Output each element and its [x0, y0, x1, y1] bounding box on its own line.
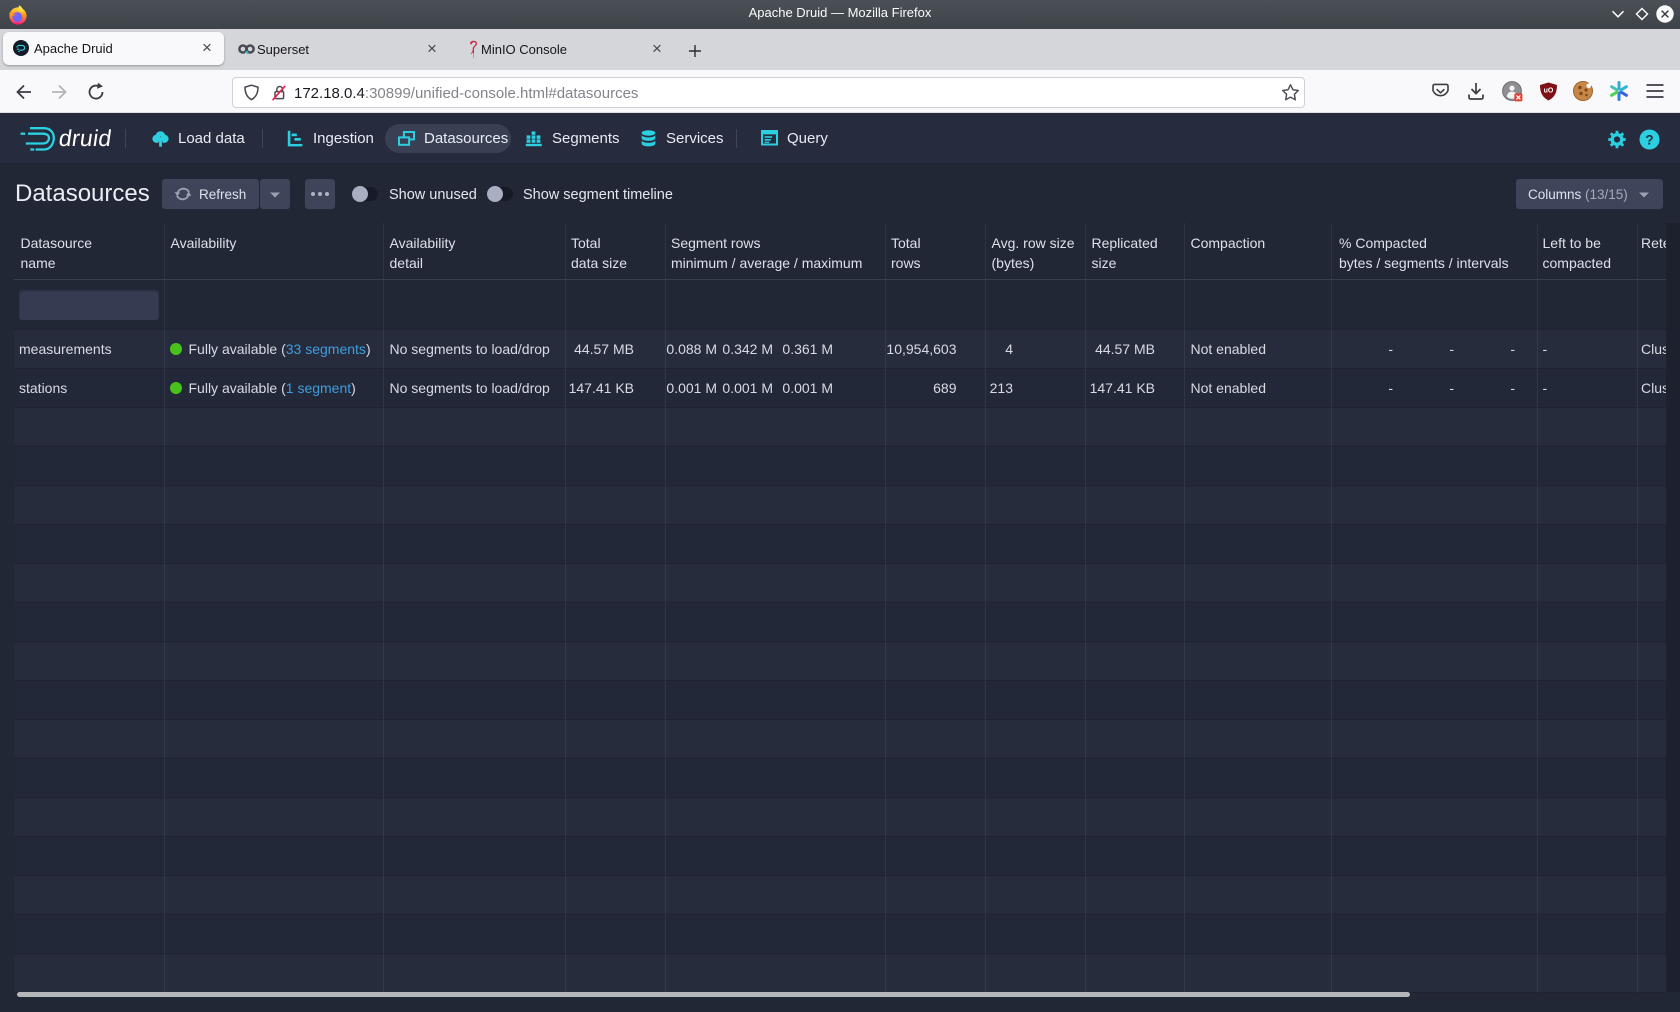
- svg-text:?: ?: [1645, 132, 1653, 147]
- svg-text:uO: uO: [1544, 88, 1554, 95]
